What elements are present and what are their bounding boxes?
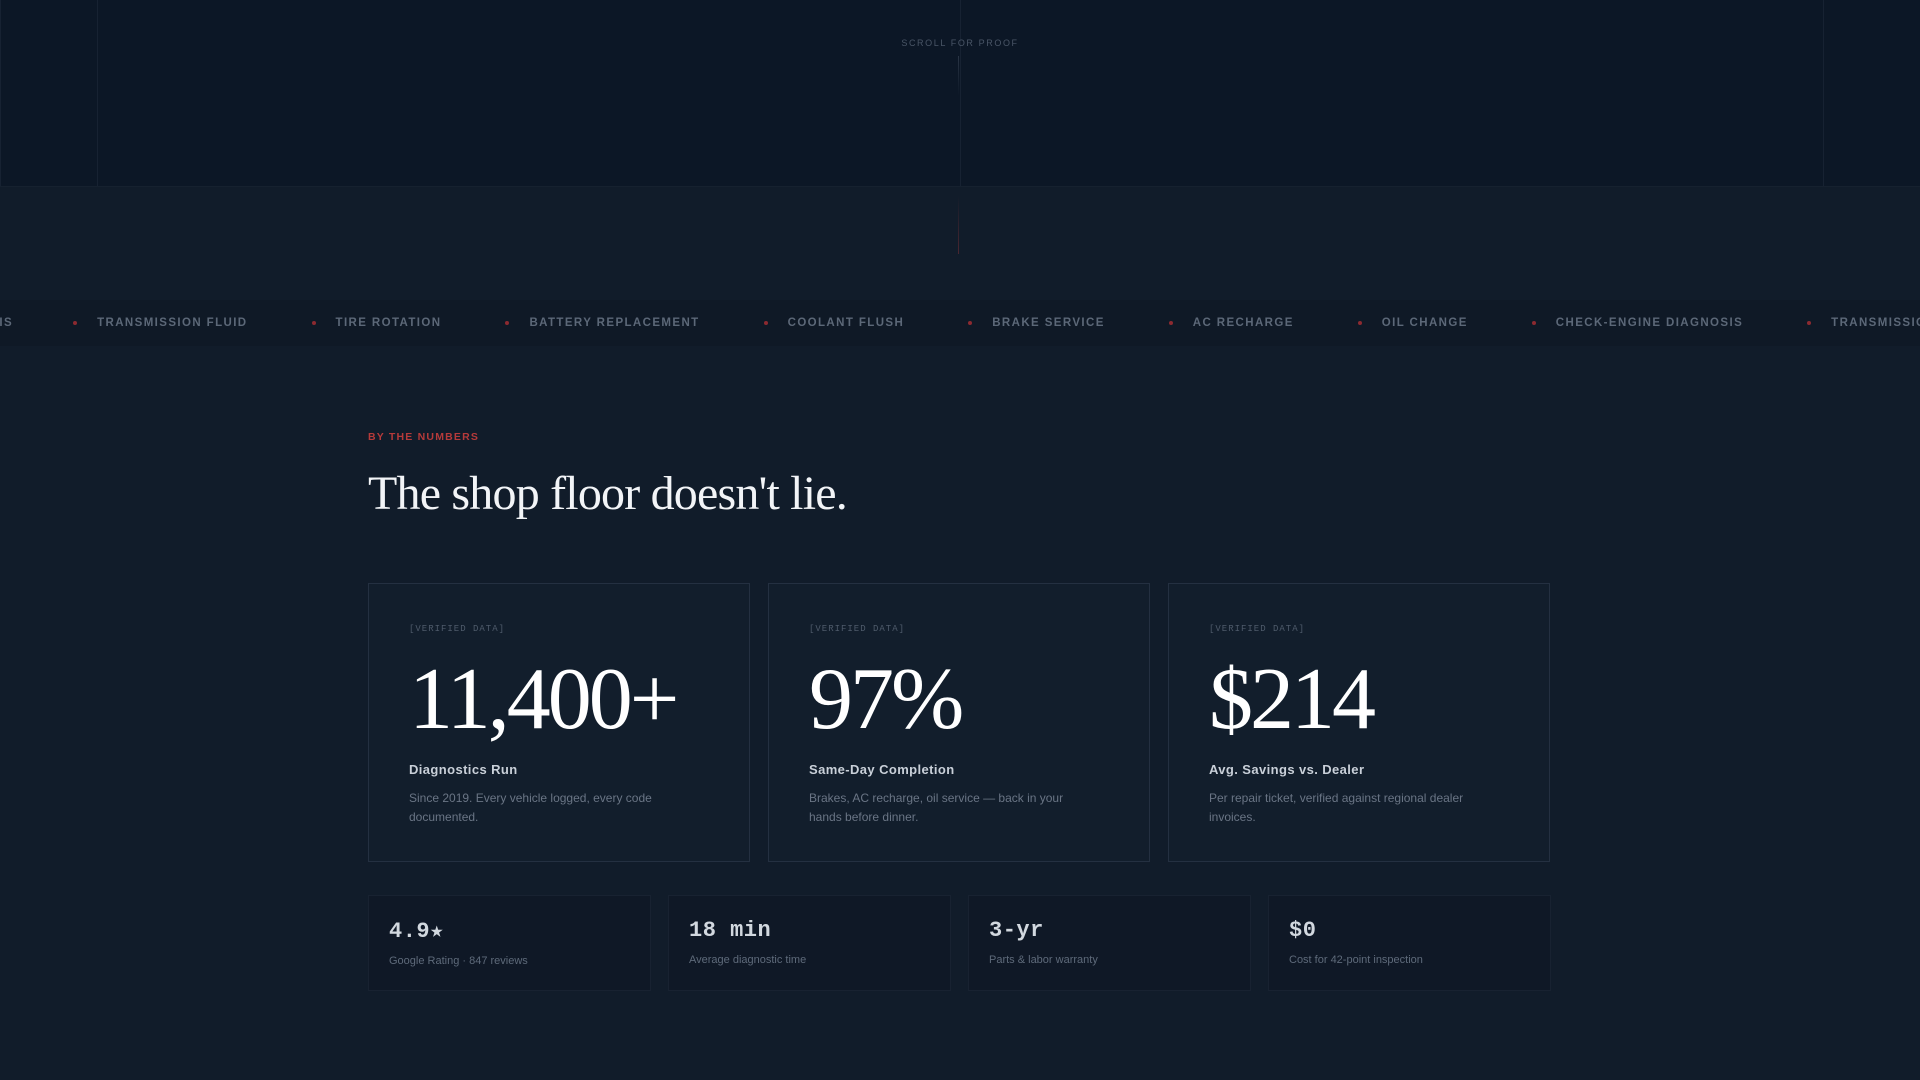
- ticker-item-label: TRANSMISSION FLUID: [97, 317, 248, 329]
- grid-line: [960, 0, 961, 186]
- ticker-item: TRANSMISSION FLUID: [73, 317, 247, 329]
- stat-card-diagnostics: [VERIFIED DATA] 11,400+ Diagnostics Run …: [368, 583, 750, 862]
- ticker-item: COOLANT FLUSH: [763, 317, 905, 329]
- bullet-dot-icon: [73, 321, 78, 325]
- grid-line: [1823, 0, 1824, 186]
- ticker-track: OSIS TRANSMISSION FLUID TIRE ROTATION BA…: [0, 300, 1920, 346]
- stat-value: 97%: [809, 651, 964, 748]
- mini-stat-rating: 4.9★ Google Rating · 847 reviews: [368, 895, 651, 991]
- mini-stat-inspection: $0 Cost for 42-point inspection: [1268, 895, 1551, 991]
- mini-stat-label: Google Rating · 847 reviews: [389, 955, 528, 967]
- bullet-dot-icon: [763, 321, 768, 325]
- scroll-indicator-label[interactable]: SCROLL FOR PROOF: [0, 38, 1920, 48]
- ticker-item-label: COOLANT FLUSH: [787, 317, 905, 329]
- ticker-item-label: OIL CHANGE: [1381, 317, 1468, 329]
- ticker-item-label: CHECK-ENGINE DIAGNOSIS: [1555, 317, 1744, 329]
- stat-card-savings: [VERIFIED DATA] $214 Avg. Savings vs. De…: [1168, 583, 1550, 862]
- grid-line: [0, 0, 1, 186]
- verified-data-tag: [VERIFIED DATA]: [1209, 624, 1306, 634]
- grid-line: [97, 0, 98, 186]
- ticker-item: TRANSMISSION FLUID: [1807, 317, 1920, 329]
- ticker-item: BRAKE SERVICE: [968, 317, 1105, 329]
- hero-section: SCROLL FOR PROOF: [0, 0, 1920, 187]
- mini-stat-warranty: 3-yr Parts & labor warranty: [968, 895, 1251, 991]
- section-headline: The shop floor doesn't lie.: [368, 467, 848, 520]
- stat-value: 11,400+: [409, 651, 679, 748]
- stat-title: Same-Day Completion: [809, 762, 955, 777]
- ticker-item-label: BATTERY REPLACEMENT: [529, 317, 700, 329]
- ticker-item: BATTERY REPLACEMENT: [505, 317, 699, 329]
- mini-stat-value: 4.9★: [389, 919, 444, 944]
- section-eyebrow: BY THE NUMBERS: [368, 431, 480, 443]
- bullet-dot-icon: [1807, 321, 1812, 325]
- ticker-item-label: BRAKE SERVICE: [992, 317, 1105, 329]
- stat-description: Per repair ticket, verified against regi…: [1209, 791, 1464, 824]
- bullet-dot-icon: [1531, 321, 1536, 325]
- stat-value: $214: [1209, 651, 1376, 748]
- ticker-item-label: TRANSMISSION FLUID: [1831, 317, 1920, 329]
- mini-stat-value: 18 min: [689, 918, 772, 943]
- bullet-dot-icon: [1357, 321, 1362, 325]
- bullet-dot-icon: [1168, 321, 1173, 325]
- mini-stat-value: $0: [1289, 918, 1317, 943]
- mini-stat-label: Cost for 42-point inspection: [1289, 954, 1423, 966]
- mini-stat-value: 3-yr: [989, 918, 1044, 943]
- stat-description: Brakes, AC recharge, oil service — back …: [809, 791, 1064, 824]
- services-ticker: OSIS TRANSMISSION FLUID TIRE ROTATION BA…: [0, 300, 1920, 346]
- ticker-item: OIL CHANGE: [1357, 317, 1468, 329]
- ticker-item: TIRE ROTATION: [311, 317, 442, 329]
- mini-stat-label: Parts & labor warranty: [989, 954, 1098, 966]
- bullet-dot-icon: [968, 321, 973, 325]
- ticker-item: AC RECHARGE: [1168, 317, 1294, 329]
- mini-stat-diagnostic-time: 18 min Average diagnostic time: [668, 895, 951, 991]
- stat-title: Diagnostics Run: [409, 762, 518, 777]
- ticker-item-label: AC RECHARGE: [1192, 317, 1294, 329]
- mini-stat-label: Average diagnostic time: [689, 954, 807, 966]
- bullet-dot-icon: [311, 321, 316, 325]
- stat-description: Since 2019. Every vehicle logged, every …: [409, 791, 652, 824]
- scroll-indicator-line: [958, 56, 959, 96]
- verified-data-tag: [VERIFIED DATA]: [809, 624, 906, 634]
- ticker-item-label: TIRE ROTATION: [335, 317, 442, 329]
- ticker-item: CHECK-ENGINE DIAGNOSIS: [1531, 317, 1744, 329]
- scroll-indicator-line-lower: [958, 196, 959, 254]
- ticker-item-label: OSIS: [0, 317, 14, 329]
- ticker-item: OSIS: [0, 317, 13, 329]
- verified-data-tag: [VERIFIED DATA]: [409, 624, 506, 634]
- stat-card-same-day: [VERIFIED DATA] 97% Same-Day Completion …: [768, 583, 1150, 862]
- stat-title: Avg. Savings vs. Dealer: [1209, 762, 1365, 777]
- bullet-dot-icon: [505, 321, 510, 325]
